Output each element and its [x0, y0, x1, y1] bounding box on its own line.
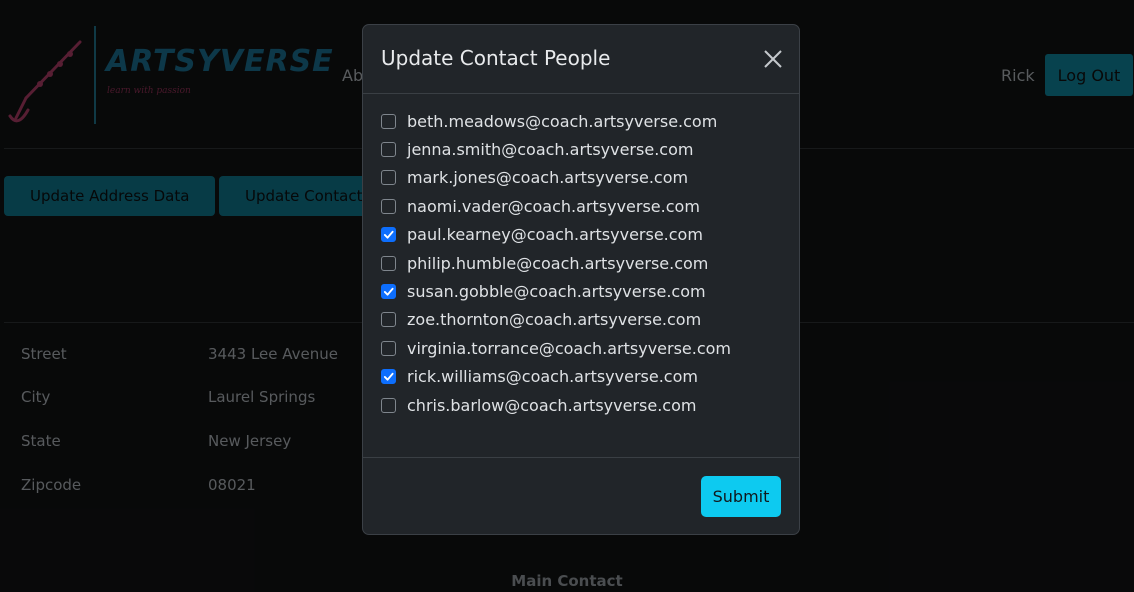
contact-checkbox[interactable]	[381, 198, 396, 214]
modal-title: Update Contact People	[381, 46, 611, 70]
contact-row[interactable]: mark.jones@coach.artsyverse.com	[381, 168, 688, 188]
contact-checkbox[interactable]	[381, 227, 396, 243]
contact-row[interactable]: virginia.torrance@coach.artsyverse.com	[381, 338, 731, 358]
contact-email: beth.meadows@coach.artsyverse.com	[407, 111, 718, 131]
contact-checkbox[interactable]	[381, 397, 396, 413]
checkmark-icon	[383, 372, 394, 381]
contact-row[interactable]: naomi.vader@coach.artsyverse.com	[381, 196, 700, 216]
contact-checkbox[interactable]	[381, 283, 396, 299]
contact-email: rick.williams@coach.artsyverse.com	[407, 367, 698, 387]
contact-checkbox[interactable]	[381, 170, 396, 186]
close-icon	[764, 50, 782, 68]
contact-row[interactable]: paul.kearney@coach.artsyverse.com	[381, 225, 703, 245]
contact-email: mark.jones@coach.artsyverse.com	[407, 168, 689, 188]
page: ARTSYVERSE learn with passion Ab Rick Lo…	[0, 0, 1134, 592]
contact-row[interactable]: jenna.smith@coach.artsyverse.com	[381, 139, 693, 159]
contact-row[interactable]: beth.meadows@coach.artsyverse.com	[381, 111, 717, 131]
close-button[interactable]	[761, 47, 785, 71]
modal-footer: Submit	[363, 457, 799, 534]
contact-row[interactable]: susan.gobble@coach.artsyverse.com	[381, 281, 706, 301]
contact-row[interactable]: chris.barlow@coach.artsyverse.com	[381, 395, 696, 415]
contact-checkbox[interactable]	[381, 312, 396, 328]
contact-email: paul.kearney@coach.artsyverse.com	[407, 225, 703, 245]
contact-checkbox[interactable]	[381, 255, 396, 271]
update-contacts-modal: Update Contact People beth.meadows@coach…	[362, 24, 800, 535]
contact-email: chris.barlow@coach.artsyverse.com	[407, 395, 697, 415]
contact-checkbox[interactable]	[381, 340, 396, 356]
checkmark-icon	[383, 287, 394, 296]
contact-checkbox[interactable]	[381, 369, 396, 385]
submit-button[interactable]: Submit	[701, 476, 781, 517]
contact-email: virginia.torrance@coach.artsyverse.com	[407, 338, 732, 358]
contact-email: naomi.vader@coach.artsyverse.com	[407, 196, 700, 216]
contact-row[interactable]: philip.humble@coach.artsyverse.com	[381, 253, 708, 273]
contact-row[interactable]: zoe.thornton@coach.artsyverse.com	[381, 310, 701, 330]
modal-header: Update Contact People	[363, 25, 799, 94]
contact-checkbox[interactable]	[381, 113, 396, 129]
contact-checkbox[interactable]	[381, 141, 396, 157]
contact-email: susan.gobble@coach.artsyverse.com	[407, 281, 706, 301]
checkmark-icon	[383, 230, 394, 239]
contact-row[interactable]: rick.williams@coach.artsyverse.com	[381, 367, 698, 387]
contact-email: philip.humble@coach.artsyverse.com	[407, 253, 709, 273]
contact-email: jenna.smith@coach.artsyverse.com	[407, 139, 694, 159]
contact-email: zoe.thornton@coach.artsyverse.com	[407, 310, 702, 330]
